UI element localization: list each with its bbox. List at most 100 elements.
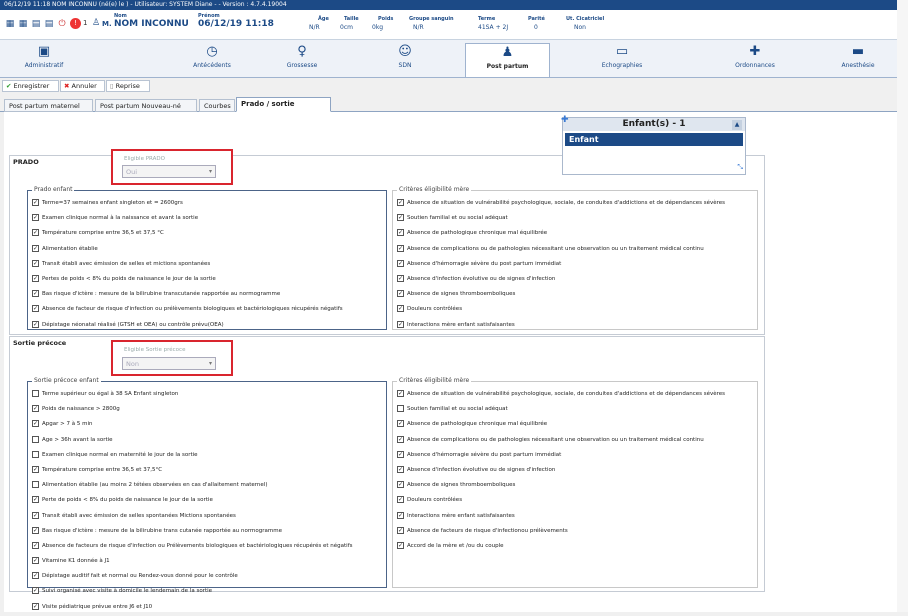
save-button[interactable]: ✔ Enregistrer [2, 80, 59, 92]
checkbox-item[interactable]: ✓ Alimentation établie [32, 243, 382, 258]
checkbox-item[interactable]: ✓ Douleurs contrôlées [397, 303, 753, 318]
checkbox[interactable]: ✓ [32, 557, 39, 565]
checkbox[interactable]: ✓ [397, 290, 404, 298]
checkbox-item[interactable]: ✓ Transit établi avec émission de selles … [32, 258, 382, 273]
checkbox-item[interactable]: ✓ Suivi organisé avec visite à domicile l… [32, 585, 382, 600]
checkbox-item[interactable]: ✓ Absence d'hémorragie sévère du post par… [397, 449, 753, 464]
sortie-eligible-select[interactable]: Non ▾ [122, 357, 216, 370]
checkbox-item[interactable]: ✓ Dépistage auditif fait et normal ou Ren… [32, 570, 382, 585]
checkbox-item[interactable]: ✓ Transit établi avec émission de selles … [32, 510, 382, 525]
prado-eligible-select[interactable]: Oui ▾ [122, 165, 216, 178]
checkbox-item[interactable]: ✓ Douleurs contrôlées [397, 494, 753, 509]
checkbox-item[interactable]: ✓ Absence de facteurs de risque d'infecti… [32, 540, 382, 555]
checkbox[interactable]: ✓ [397, 465, 404, 473]
checkbox-item[interactable]: Soutien familial et ou social adéquat [397, 403, 753, 418]
checkbox[interactable]: ✓ [397, 274, 404, 282]
checkbox-item[interactable]: ✓ Vitamine K1 donnée à J1 [32, 555, 382, 570]
checkbox-item[interactable]: ✓ Absence de signes thromboemboliques [397, 479, 753, 494]
checkbox[interactable]: ✓ [32, 587, 39, 595]
checkbox[interactable]: ✓ [32, 305, 39, 313]
checkbox-item[interactable]: Examen clinique normal en maternité le j… [32, 449, 382, 464]
notification-icon[interactable]: ! [70, 18, 81, 29]
checkbox-item[interactable]: ✓ Température comprise entre 36,5 et 37,5… [32, 464, 382, 479]
checkbox[interactable]: ✓ [397, 229, 404, 237]
checkbox-item[interactable]: ✓ Température comprise entre 36,5 et 37,5… [32, 227, 382, 242]
checkbox[interactable]: ✓ [32, 199, 39, 206]
checkbox[interactable]: ✓ [32, 420, 39, 428]
checkbox[interactable]: ✓ [32, 541, 39, 549]
calendar-icon[interactable]: ▦ [4, 18, 16, 30]
subtab-post-partum-nouveau-ne[interactable]: Post partum Nouveau-né [95, 99, 197, 112]
checkbox[interactable]: ✓ [397, 244, 404, 252]
checkbox-item[interactable]: ✓ Bas risque d'ictère : mesure de la bili… [32, 288, 382, 303]
checkbox[interactable]: ✓ [397, 420, 404, 428]
tab-post-partum[interactable]: ♟ Post partum [465, 43, 550, 77]
enfant-item[interactable]: Enfant [565, 133, 743, 146]
checkbox-item[interactable]: ✓ Dépistage néonatal réalisé (GTSH et OEA… [32, 319, 382, 334]
resize-icon[interactable]: ⤡ [737, 163, 743, 172]
checkbox-item[interactable]: ✓ Poids de naissance > 2800g [32, 403, 382, 418]
print-alt-icon[interactable]: ▤ [43, 18, 55, 30]
checkbox-item[interactable]: ✓ Absence de facteurs de risque d'infecti… [397, 525, 753, 540]
checkbox[interactable]: ✓ [32, 290, 39, 298]
checkbox-item[interactable]: ✓ Absence de situation de vulnérabilité p… [397, 388, 753, 403]
tab-anesthesie[interactable]: ▬ Anesthésie [818, 43, 898, 77]
checkbox[interactable]: ✓ [32, 572, 39, 580]
tab-grossesse[interactable]: ♀ Grossesse [262, 43, 342, 77]
checkbox-item[interactable]: ✓ Absence d'infection évolutive ou de sig… [397, 464, 753, 479]
tab-administratif[interactable]: ▣ Administratif [4, 43, 84, 77]
checkbox-item[interactable]: Terme supérieur ou égal à 38 SA Enfant s… [32, 388, 382, 403]
subtab-prado-sortie[interactable]: Prado / sortie précoce [236, 97, 331, 120]
checkbox[interactable] [32, 435, 39, 443]
checkbox[interactable]: ✓ [397, 450, 404, 458]
checkbox[interactable]: ✓ [32, 259, 39, 267]
checkbox[interactable] [32, 450, 39, 458]
checkbox[interactable]: ✓ [32, 320, 39, 328]
checkbox[interactable]: ✓ [397, 541, 404, 549]
checkbox-item[interactable]: ✓ Absence de facteur de risque d'infectio… [32, 303, 382, 318]
checkbox[interactable]: ✓ [397, 511, 404, 519]
checkbox[interactable]: ✓ [397, 199, 404, 206]
tab-ordonnances[interactable]: ✚ Ordonnances [715, 43, 795, 77]
cancel-button[interactable]: ✖ Annuler [60, 80, 105, 92]
checkbox-item[interactable]: ✓ Interactions mère enfant satisfaisantes [397, 510, 753, 525]
checkbox[interactable]: ✓ [397, 526, 404, 534]
add-icon[interactable]: ✚ [561, 116, 569, 125]
checkbox[interactable]: ✓ [397, 259, 404, 267]
checkbox[interactable]: ✓ [397, 435, 404, 443]
checkbox[interactable]: ✓ [397, 305, 404, 313]
tab-sdn[interactable]: ☺ SDN [365, 43, 445, 77]
checkbox[interactable]: ✓ [32, 229, 39, 237]
checkbox[interactable]: ✓ [32, 511, 39, 519]
checkbox[interactable]: ✓ [32, 602, 39, 610]
checkbox-item[interactable]: ✓ Pertes de poids < 8% du poids de naissa… [32, 273, 382, 288]
checkbox[interactable]: ✓ [397, 496, 404, 504]
calendar-alt-icon[interactable]: ▦ [17, 18, 29, 30]
print-icon[interactable]: ▤ [30, 18, 42, 30]
checkbox-item[interactable]: ✓ Apgar > 7 à 5 min [32, 418, 382, 433]
checkbox[interactable]: ✓ [397, 481, 404, 489]
checkbox[interactable]: ✓ [32, 496, 39, 504]
checkbox[interactable]: ✓ [32, 405, 39, 413]
checkbox-item[interactable]: ✓ Perte de poids < 8% du poids de naissan… [32, 494, 382, 509]
checkbox-item[interactable]: ✓ Soutien familial et ou social adéquat [397, 212, 753, 227]
tab-antecedents[interactable]: ◷ Antécédents [172, 43, 252, 77]
checkbox[interactable]: ✓ [397, 214, 404, 222]
checkbox-item[interactable]: ✓ Absence de signes thromboemboliques [397, 288, 753, 303]
checkbox-item[interactable]: ✓ Absence de complications ou de patholog… [397, 434, 753, 449]
checkbox-item[interactable]: ✓ Absence d'hémorragie sévère du post par… [397, 258, 753, 273]
checkbox-item[interactable]: ✓ Absence de pathologique chronique mal é… [397, 418, 753, 433]
subtab-courbes[interactable]: Courbes [199, 99, 235, 112]
checkbox-item[interactable]: ✓ Absence de situation de vulnérabilité p… [397, 197, 753, 212]
checkbox[interactable]: ✓ [32, 214, 39, 222]
checkbox[interactable] [397, 405, 404, 413]
checkbox-item[interactable]: ✓ Examen clinique normal à la naissance e… [32, 212, 382, 227]
checkbox[interactable]: ✓ [32, 465, 39, 473]
power-icon[interactable]: ⏻ [56, 18, 68, 30]
checkbox-item[interactable]: ✓ Absence d'infection évolutive ou de sig… [397, 273, 753, 288]
checkbox-item[interactable]: ✓ Terme=37 semaines enfant singleton et =… [32, 197, 382, 212]
checkbox[interactable]: ✓ [32, 274, 39, 282]
checkbox-item[interactable]: ✓ Absence de pathologique chronique mal é… [397, 227, 753, 242]
checkbox-item[interactable]: ✓ Absence de complications ou de patholog… [397, 243, 753, 258]
tab-echographies[interactable]: ▭ Echographies [582, 43, 662, 77]
